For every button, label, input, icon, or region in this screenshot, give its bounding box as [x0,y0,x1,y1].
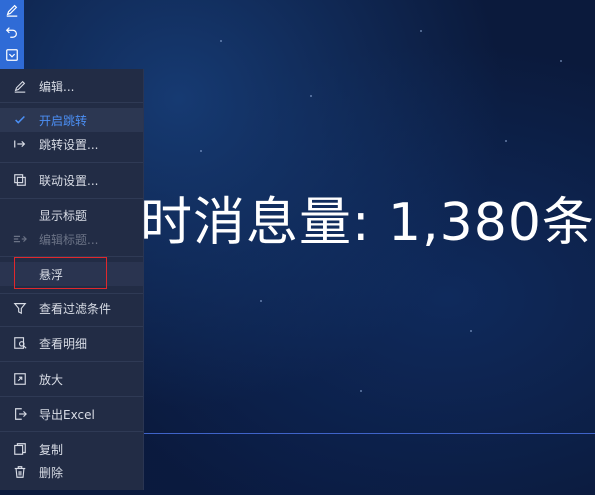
detail-icon [12,335,28,351]
expand-icon [12,371,28,387]
menu-item-label: 放大 [39,372,64,387]
menu-item-label: 编辑标题... [39,232,99,247]
menu-item-edit-title: 编辑标题... [0,227,143,251]
menu-divider [0,293,143,294]
menu-item-label: 复制 [39,442,64,457]
menu-item-zoom[interactable]: 放大 [0,367,143,391]
menu-item-label: 开启跳转 [39,113,88,128]
menu-item-label: 导出Excel [39,407,95,422]
edit-tool-button[interactable] [0,0,24,23]
pencil-icon [12,78,28,94]
bg-star [260,300,262,302]
menu-divider [0,102,143,103]
menu-item-view-filters[interactable]: 查看过滤条件 [0,296,143,320]
highlight-annotation-box [14,257,107,289]
menu-item-enable-jump[interactable]: 开启跳转 [0,108,143,132]
kpi-value-text: 时消息量: 1,380条 [140,193,595,253]
menu-item-label: 删除 [39,465,64,480]
edit-title-icon [12,231,28,247]
menu-item-label: 显示标题 [39,208,88,223]
bg-star [505,140,507,142]
bg-star [470,330,472,332]
menu-item-label: 联动设置... [39,173,99,188]
widget-toolbar [0,0,24,69]
menu-item-export-excel[interactable]: 导出Excel [0,402,143,426]
menu-divider [0,198,143,199]
menu-item-label: 跳转设置... [39,137,99,152]
menu-divider [0,326,143,327]
jump-arrow-icon [12,136,28,152]
menu-item-linkage-settings[interactable]: 联动设置... [0,168,143,192]
menu-item-copy[interactable]: 复制 [0,437,143,461]
trash-icon [12,464,28,480]
dashboard-canvas: 时消息量: 1,380条 编辑... 开启跳转 跳转设置... 联动设置... … [0,0,595,495]
menu-divider [0,361,143,362]
menu-item-delete[interactable]: 删除 [0,460,143,484]
link-settings-icon [12,172,28,188]
menu-item-label: 编辑... [39,79,75,94]
pencil-icon [5,2,19,21]
bg-star [360,390,362,392]
menu-item-show-title[interactable]: 显示标题 [0,203,143,227]
menu-item-label: 查看过滤条件 [39,301,112,316]
filter-icon [12,300,28,316]
menu-item-jump-settings[interactable]: 跳转设置... [0,132,143,156]
bg-star [560,60,562,62]
bg-star [310,95,312,97]
bg-star [420,30,422,32]
bg-star [220,40,222,42]
menu-divider [0,162,143,163]
bg-star [200,150,202,152]
undo-tool-button[interactable] [0,22,24,45]
menu-item-label: 查看明细 [39,336,88,351]
check-icon [12,112,28,128]
menu-toggle-button[interactable] [0,45,24,68]
menu-item-edit[interactable]: 编辑... [0,74,143,98]
copy-icon [12,441,28,457]
checkbox-dropdown-icon [5,47,19,66]
menu-divider [0,396,143,397]
export-icon [12,406,28,422]
undo-icon [5,24,19,43]
menu-item-view-details[interactable]: 查看明细 [0,331,143,355]
menu-divider [0,431,143,432]
